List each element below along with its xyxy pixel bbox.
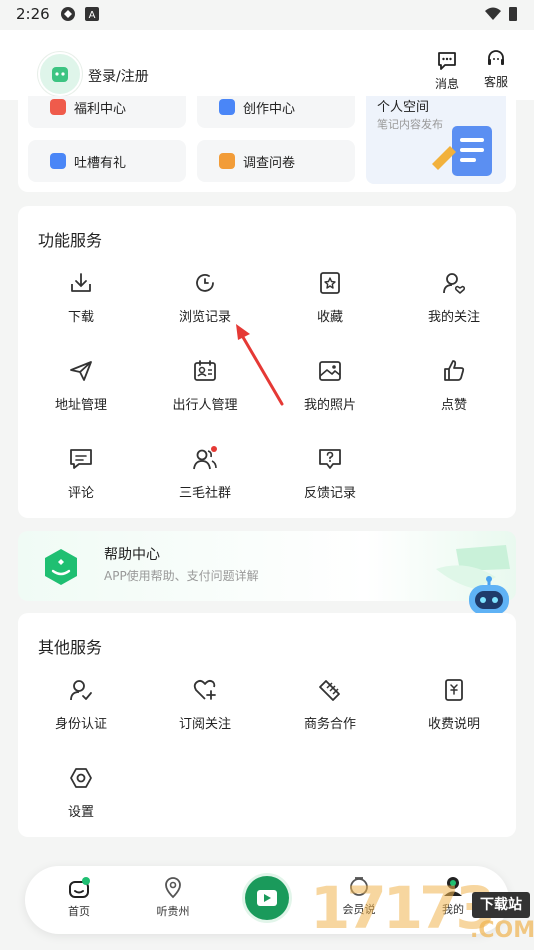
function-services-title: 功能服务 xyxy=(38,231,103,250)
my-follows-label: 我的关注 xyxy=(427,310,480,325)
login-register-link[interactable]: 登录/注册 xyxy=(88,66,149,86)
survey-icon xyxy=(219,153,235,169)
address-management-label: 地址管理 xyxy=(54,398,107,413)
history-icon xyxy=(196,274,214,292)
app-status-icon xyxy=(61,7,75,21)
edit-icon xyxy=(50,153,66,169)
feedback-gift-label: 吐槽有礼 xyxy=(74,156,127,171)
messages-label: 消息 xyxy=(434,77,459,91)
watermark-number: 17173 xyxy=(310,874,496,942)
avatar[interactable] xyxy=(38,52,82,96)
nav-home-label: 首页 xyxy=(68,905,90,918)
creation-center-button[interactable]: 创作中心 xyxy=(197,96,355,128)
wifi-icon xyxy=(485,7,501,20)
download-label: 下载 xyxy=(67,310,94,325)
feedback-icon xyxy=(319,449,341,469)
other-services-title: 其他服务 xyxy=(38,638,103,657)
settings-icon xyxy=(70,768,92,788)
fee-icon xyxy=(445,679,463,701)
business-cooperation-label: 商务合作 xyxy=(303,717,356,732)
like-icon xyxy=(444,360,465,381)
handshake-icon xyxy=(319,680,340,701)
creation-center-label: 创作中心 xyxy=(243,102,296,117)
fee-description-button[interactable]: 收费说明 xyxy=(391,677,517,763)
likes-button[interactable]: 点赞 xyxy=(391,358,517,444)
help-center-subtitle: APP使用帮助、支付问题详解 xyxy=(104,569,259,583)
feedback-records-label: 反馈记录 xyxy=(303,486,356,501)
battery-icon xyxy=(509,7,517,21)
location-icon xyxy=(165,877,181,899)
my-follows-button[interactable]: 我的关注 xyxy=(391,270,517,356)
welfare-center-label: 福利中心 xyxy=(74,102,127,117)
welfare-center-button[interactable]: 福利中心 xyxy=(28,96,186,128)
settings-label: 设置 xyxy=(67,805,94,820)
subscribe-button[interactable]: 订阅关注 xyxy=(142,677,268,763)
survey-button[interactable]: 调查问卷 xyxy=(197,140,355,182)
business-cooperation-button[interactable]: 商务合作 xyxy=(267,677,393,763)
address-management-button[interactable]: 地址管理 xyxy=(18,358,144,444)
create-icon xyxy=(219,99,235,115)
comments-button[interactable]: 评论 xyxy=(18,446,144,532)
subscribe-icon xyxy=(193,679,216,700)
community-button[interactable]: 三毛社群 xyxy=(142,446,268,532)
message-icon xyxy=(438,52,456,70)
comments-label: 评论 xyxy=(67,486,94,501)
notification-dot xyxy=(211,446,217,452)
watermark-site-label: 下载站 xyxy=(472,892,530,918)
messages-button[interactable]: 消息 xyxy=(425,50,469,92)
video-icon xyxy=(257,890,277,906)
traveler-icon xyxy=(194,360,216,381)
download-icon xyxy=(71,273,91,292)
personal-space-card[interactable]: 个人空间 笔记内容发布 xyxy=(366,96,506,184)
watermark-dotcom: .COM xyxy=(470,918,534,943)
community-label: 三毛社群 xyxy=(178,486,231,501)
survey-label: 调查问卷 xyxy=(243,156,296,171)
status-time: 2:26 xyxy=(16,5,50,23)
avatar-placeholder-icon xyxy=(52,67,68,82)
favorite-icon xyxy=(320,272,340,294)
subscribe-label: 订阅关注 xyxy=(178,717,231,732)
settings-button[interactable]: 设置 xyxy=(18,765,144,851)
nav-home[interactable]: 首页 xyxy=(49,876,109,919)
svg-text:A: A xyxy=(89,10,96,21)
download-button[interactable]: 下载 xyxy=(18,270,144,356)
photo-icon xyxy=(319,361,341,381)
customer-service-label: 客服 xyxy=(483,75,508,89)
fee-description-label: 收费说明 xyxy=(427,717,480,732)
identity-verification-label: 身份认证 xyxy=(54,717,107,732)
identity-icon xyxy=(70,680,92,701)
likes-label: 点赞 xyxy=(440,398,467,413)
feedback-records-button[interactable]: 反馈记录 xyxy=(267,446,393,532)
annotation-arrow xyxy=(236,324,284,406)
identity-verification-button[interactable]: 身份认证 xyxy=(18,677,144,763)
gift-icon xyxy=(50,99,66,115)
headset-icon xyxy=(488,50,504,65)
notification-status-icon: A xyxy=(85,7,99,21)
follow-icon xyxy=(443,273,466,294)
help-shield-icon xyxy=(45,549,77,585)
personal-space-title: 个人空间 xyxy=(377,100,430,115)
home-icon xyxy=(69,877,90,898)
help-center-banner[interactable]: 帮助中心 APP使用帮助、支付问题详解 xyxy=(18,531,516,601)
nav-listen-guizhou[interactable]: 听贵州 xyxy=(143,876,203,919)
customer-service-button[interactable]: 客服 xyxy=(474,48,518,90)
nav-listen-guizhou-label: 听贵州 xyxy=(156,905,190,918)
status-bar: 2:26 A xyxy=(0,0,534,30)
nav-video-button[interactable] xyxy=(245,876,289,920)
help-center-title: 帮助中心 xyxy=(104,547,160,563)
note-illustration-icon xyxy=(432,126,492,176)
feedback-gift-button[interactable]: 吐槽有礼 xyxy=(28,140,186,182)
send-icon xyxy=(70,361,92,381)
other-services-section: 其他服务 身份认证 订阅关注 商务合作 收费说明 设置 xyxy=(18,613,516,837)
comment-icon xyxy=(70,449,92,469)
community-icon xyxy=(193,446,217,470)
